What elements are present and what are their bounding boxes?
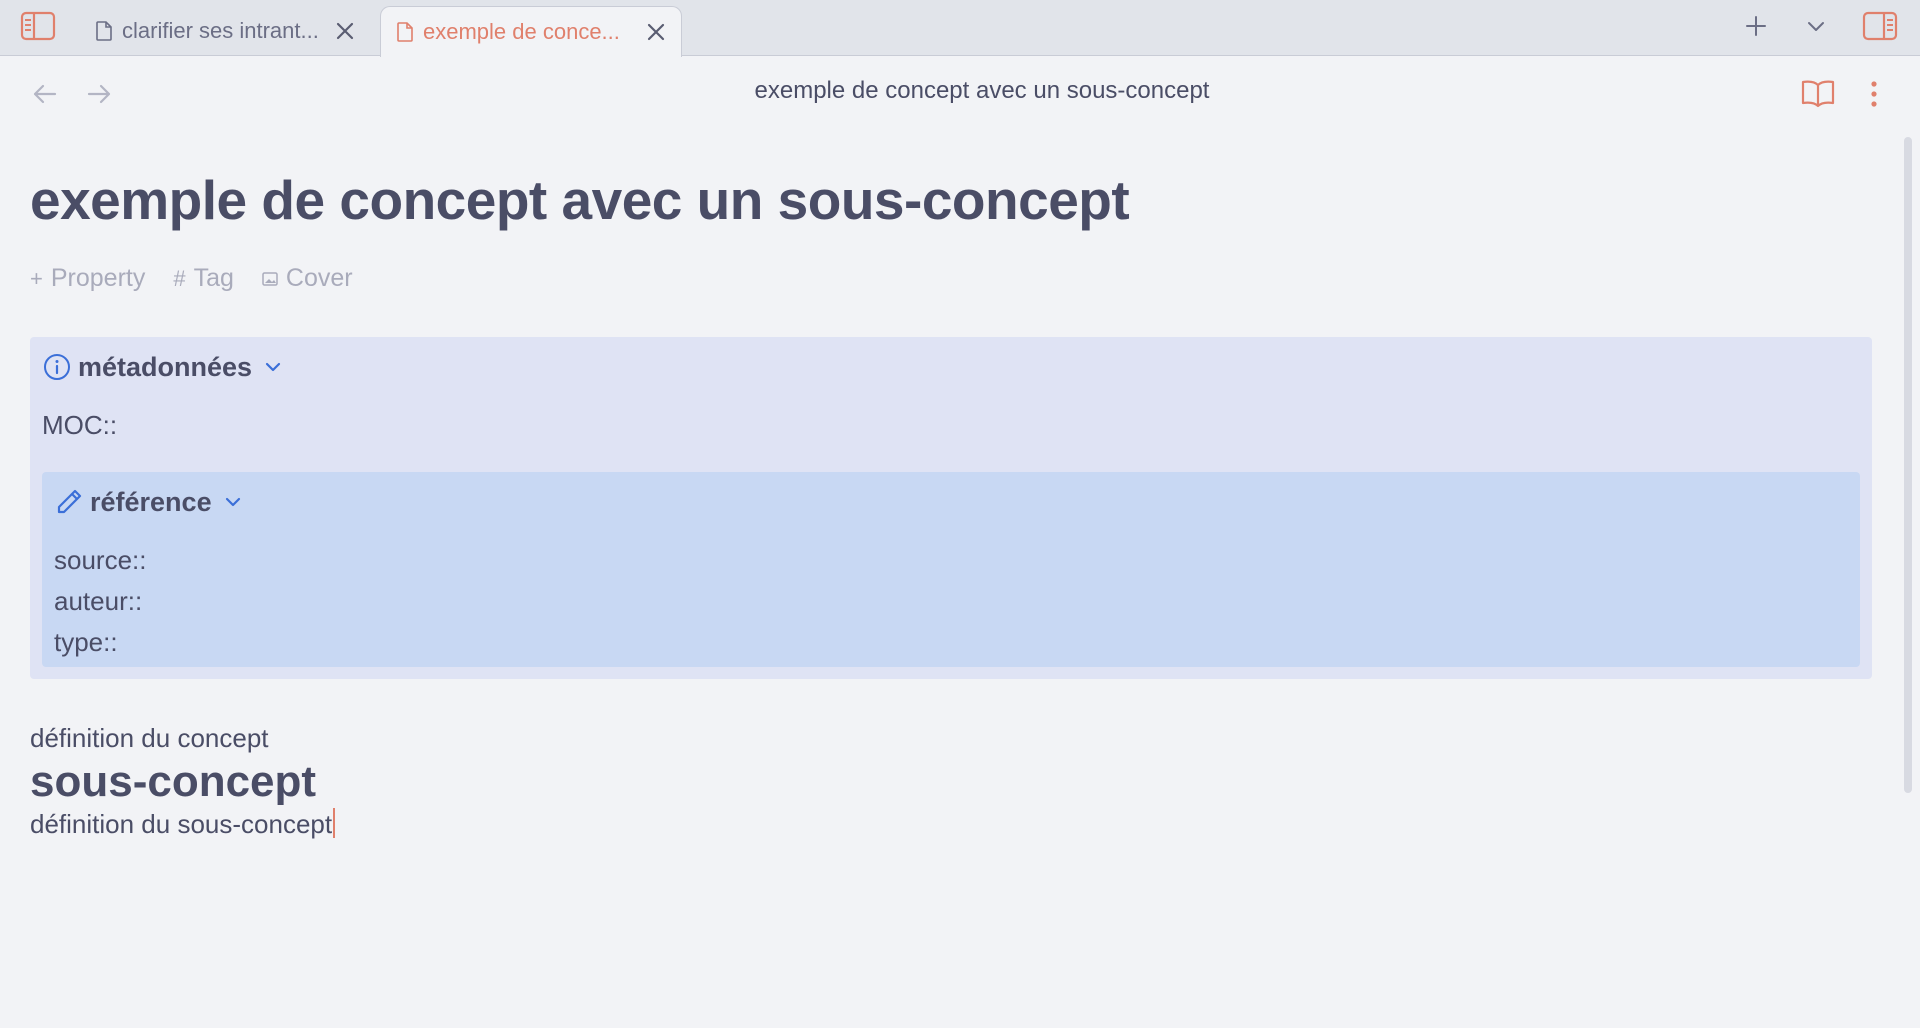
subheading[interactable]: sous-concept bbox=[30, 756, 1872, 808]
tab-exemple[interactable]: exemple de conce... bbox=[380, 6, 682, 57]
info-icon bbox=[42, 352, 72, 382]
image-icon bbox=[262, 271, 278, 286]
source-field[interactable]: source:: bbox=[54, 540, 1848, 581]
left-sidebar-toggle-icon[interactable] bbox=[20, 11, 56, 41]
close-icon[interactable] bbox=[334, 20, 356, 42]
scrollbar[interactable] bbox=[1904, 137, 1912, 793]
view-title[interactable]: exemple de concept avec un sous-concept bbox=[0, 77, 1920, 105]
callout-metadonnees[interactable]: métadonnées MOC:: référence source:: aut… bbox=[30, 337, 1872, 679]
type-field[interactable]: type:: bbox=[54, 622, 1848, 663]
callout-title[interactable]: référence bbox=[54, 484, 1848, 520]
callout-reference[interactable]: référence source:: auteur:: type:: bbox=[42, 472, 1860, 667]
page-title[interactable]: exemple de concept avec un sous-concept bbox=[30, 168, 1872, 232]
right-sidebar-toggle-icon[interactable] bbox=[1862, 11, 1898, 41]
plus-icon: + bbox=[30, 265, 43, 291]
text-cursor bbox=[333, 808, 336, 838]
reading-view-book-icon[interactable] bbox=[1800, 79, 1836, 109]
chevron-down-icon[interactable] bbox=[1804, 14, 1828, 38]
close-icon[interactable] bbox=[645, 21, 667, 43]
reference-fields: source:: auteur:: type:: bbox=[54, 540, 1848, 663]
properties-bar: + Property # Tag Cover bbox=[30, 264, 1872, 293]
note-content[interactable]: exemple de concept avec un sous-concept … bbox=[30, 130, 1872, 840]
hash-icon: # bbox=[173, 265, 186, 291]
add-cover-button[interactable]: Cover bbox=[262, 264, 353, 293]
tab-clarifier[interactable]: clarifier ses intrant... bbox=[80, 6, 370, 56]
sub-definition-line[interactable]: définition du sous-concept bbox=[30, 808, 1872, 840]
tab-title: clarifier ses intrant... bbox=[122, 18, 319, 43]
view-header: exemple de concept avec un sous-concept bbox=[0, 57, 1920, 127]
definition-text[interactable]: définition du concept bbox=[30, 723, 1872, 754]
sub-definition-text[interactable]: définition du sous-concept bbox=[30, 809, 332, 839]
auteur-field[interactable]: auteur:: bbox=[54, 581, 1848, 622]
tab-bar: clarifier ses intrant... exemple de conc… bbox=[0, 0, 1920, 57]
new-tab-icon[interactable] bbox=[1744, 14, 1768, 38]
add-property-button[interactable]: + Property bbox=[30, 264, 145, 293]
pencil-icon bbox=[54, 487, 84, 517]
callout-title[interactable]: métadonnées bbox=[42, 349, 1860, 385]
more-options-icon[interactable] bbox=[1862, 79, 1886, 109]
tab-title: exemple de conce... bbox=[423, 19, 620, 44]
file-icon bbox=[397, 22, 413, 42]
moc-field[interactable]: MOC:: bbox=[42, 405, 1860, 446]
chevron-down-icon[interactable] bbox=[222, 491, 244, 513]
file-icon bbox=[96, 21, 112, 41]
chevron-down-icon[interactable] bbox=[262, 356, 284, 378]
add-tag-button[interactable]: # Tag bbox=[173, 264, 234, 293]
